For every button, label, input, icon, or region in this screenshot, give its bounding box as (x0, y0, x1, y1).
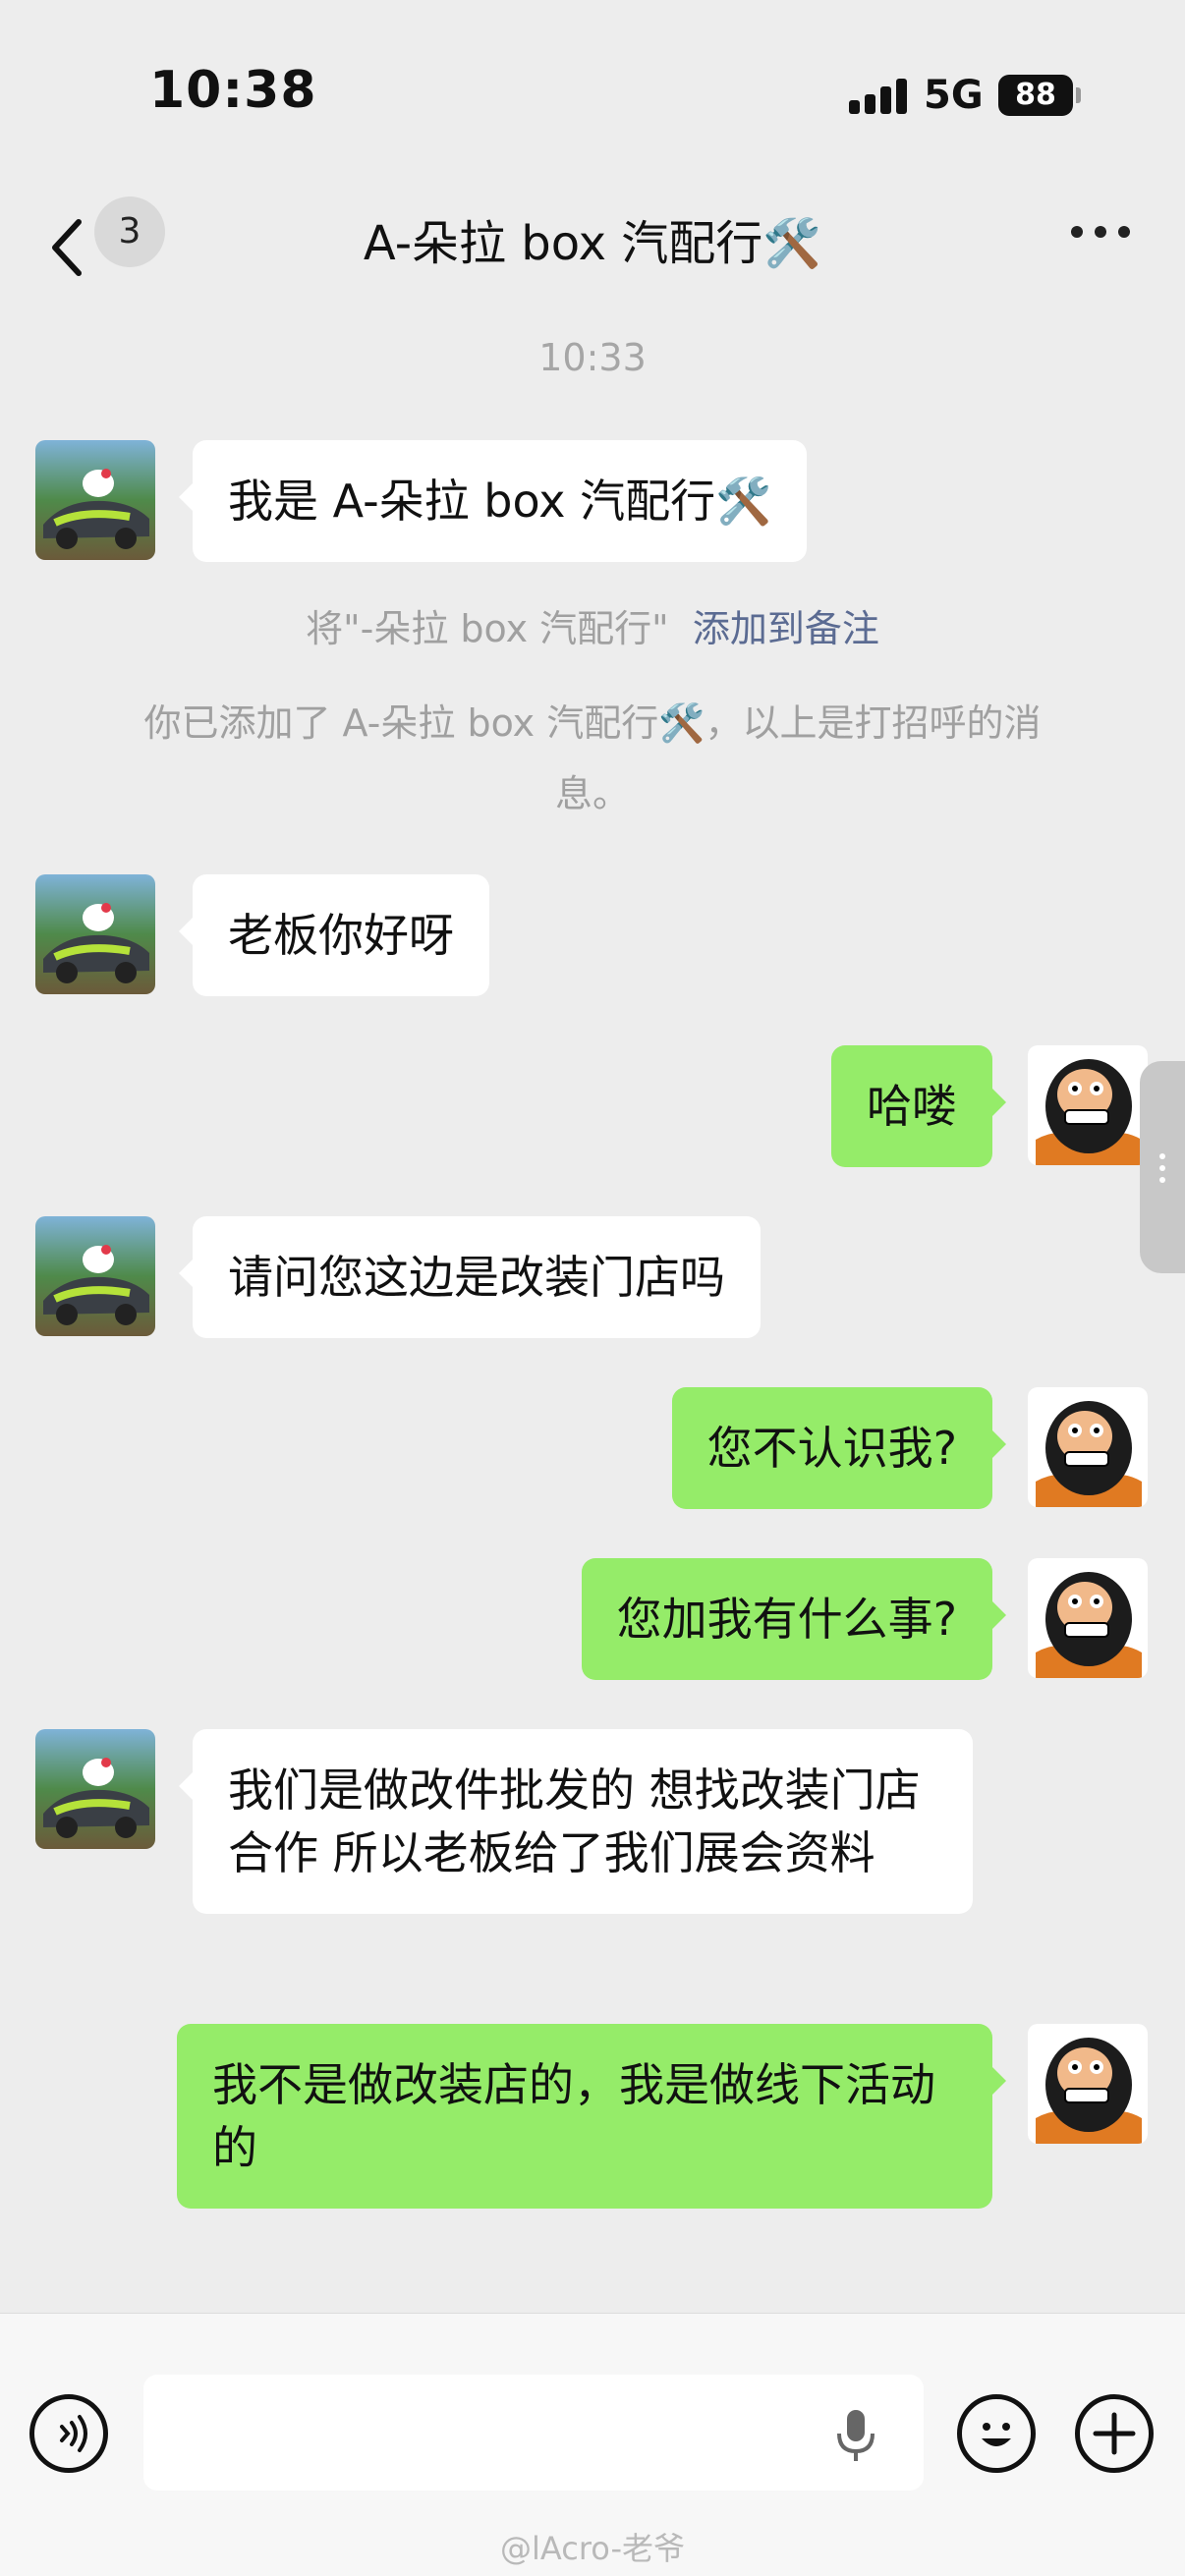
message-bubble-outgoing[interactable]: 您加我有什么事? (581, 1558, 1007, 1680)
plus-icon[interactable] (1075, 2394, 1154, 2473)
my-avatar[interactable] (1028, 1387, 1148, 1507)
system-added-line: 你已添加了 A-朵拉 box 汽配行🛠️，以上是打招呼的消 (143, 701, 1042, 745)
chat-title: A-朵拉 box 汽配行🛠️ (363, 216, 822, 271)
more-dots-icon[interactable] (1071, 226, 1130, 242)
message-bubble-outgoing[interactable]: 我不是做改装店的，我是做线下活动的 (177, 2024, 1006, 2209)
contact-avatar[interactable] (35, 1729, 155, 1849)
signal-icon (849, 79, 908, 114)
contact-avatar[interactable] (35, 1216, 155, 1336)
message-bubble-outgoing[interactable]: 您不认识我? (671, 1387, 1007, 1509)
system-added-line: 息。 (554, 772, 630, 815)
system-remark-note: 将"-朵拉 box 汽配行" 添加到备注 (98, 593, 1087, 664)
my-avatar[interactable] (1028, 1558, 1148, 1678)
microphone-icon[interactable] (831, 2406, 880, 2465)
status-time: 10:38 (149, 61, 317, 120)
message-bubble-incoming[interactable]: 老板你好呀 (179, 874, 489, 996)
status-bar: 10:38 5G 88 (0, 0, 1185, 187)
network-type: 5G (924, 73, 984, 118)
input-bar: @lAcro-老爷 (0, 2313, 1185, 2576)
message-bubble-outgoing[interactable]: 哈喽 (831, 1045, 1006, 1167)
message-bubble-incoming[interactable]: 我们是做改件批发的 想找改装门店合作 所以老板给了我们展会资料 (179, 1729, 973, 1914)
contact-avatar[interactable] (35, 874, 155, 994)
system-added-note: 你已添加了 A-朵拉 box 汽配行🛠️，以上是打招呼的消 息。 (98, 688, 1087, 829)
side-drag-handle[interactable] (1140, 1061, 1185, 1273)
battery-icon: 88 (998, 75, 1081, 116)
message-bubble-incoming[interactable]: 请问您这边是改装门店吗 (179, 1216, 761, 1338)
add-remark-link[interactable]: 添加到备注 (693, 607, 879, 650)
system-remark-text: 将"-朵拉 box 汽配行" (306, 607, 669, 650)
nav-bar: 3 A-朵拉 box 汽配行🛠️ (0, 187, 1185, 314)
message-input[interactable] (143, 2375, 924, 2491)
emoji-icon[interactable] (957, 2394, 1036, 2473)
my-avatar[interactable] (1028, 1045, 1148, 1165)
contact-avatar[interactable] (35, 440, 155, 560)
message-timestamp: 10:33 (538, 336, 647, 379)
watermark: @lAcro-老爷 (500, 2530, 685, 2567)
voice-mode-icon[interactable] (29, 2394, 108, 2473)
message-bubble-incoming[interactable]: 我是 A-朵拉 box 汽配行🛠️ (178, 440, 808, 562)
my-avatar[interactable] (1028, 2024, 1148, 2144)
